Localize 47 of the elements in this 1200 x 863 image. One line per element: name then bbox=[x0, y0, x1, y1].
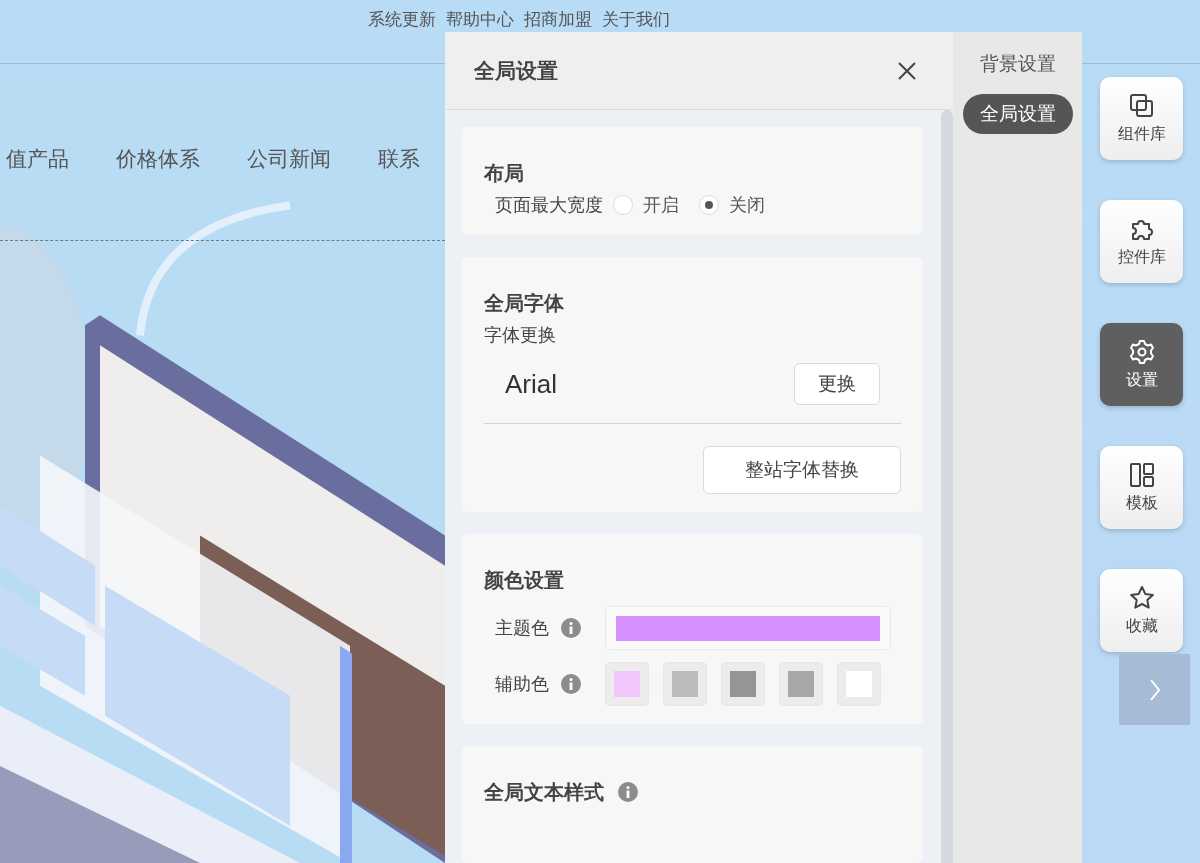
top-link[interactable]: 招商加盟 bbox=[524, 8, 592, 30]
layout-icon bbox=[1127, 461, 1156, 489]
panel-title: 全局设置 bbox=[474, 57, 558, 85]
toolbar-button[interactable]: 设置 bbox=[1100, 323, 1183, 406]
color-picker[interactable] bbox=[779, 662, 823, 706]
settings-icon bbox=[1127, 338, 1156, 366]
section-title: 全局文本样式 bbox=[484, 779, 604, 806]
nav-link[interactable]: 联系 bbox=[378, 145, 420, 173]
top-link[interactable]: 帮助中心 bbox=[446, 8, 514, 30]
font-name: Arial bbox=[505, 368, 557, 400]
panel-tab[interactable]: 全局设置 bbox=[962, 94, 1073, 134]
top-link[interactable]: 关于我们 bbox=[602, 8, 670, 30]
chevron-right-icon bbox=[1148, 677, 1161, 702]
nav-link[interactable]: 价格体系 bbox=[116, 145, 200, 173]
color-picker[interactable] bbox=[837, 662, 881, 706]
star-icon bbox=[1127, 584, 1156, 612]
info-icon[interactable] bbox=[561, 674, 581, 694]
info-icon[interactable] bbox=[561, 618, 581, 638]
color-label: 辅助色 bbox=[495, 672, 549, 696]
toolbar-button[interactable]: 控件库 bbox=[1100, 200, 1183, 283]
top-link[interactable]: 系统更新 bbox=[368, 8, 436, 30]
nav-link[interactable]: 公司新闻 bbox=[247, 145, 331, 173]
theme-color-picker[interactable] bbox=[605, 606, 891, 650]
color-picker[interactable] bbox=[605, 662, 649, 706]
color-picker[interactable] bbox=[721, 662, 765, 706]
section-title: 全局字体 bbox=[484, 290, 564, 317]
section-title: 布局 bbox=[484, 160, 524, 187]
close-icon[interactable] bbox=[897, 60, 917, 81]
change-font-button[interactable]: 更换 bbox=[794, 363, 880, 405]
panel-tab[interactable]: 背景设置 bbox=[962, 44, 1073, 84]
color-picker[interactable] bbox=[663, 662, 707, 706]
toolbar-button[interactable]: 组件库 bbox=[1100, 77, 1183, 160]
nav-link[interactable]: 值产品 bbox=[6, 145, 69, 173]
toolbar-button[interactable]: 模板 bbox=[1100, 446, 1183, 529]
section-title: 颜色设置 bbox=[484, 567, 564, 594]
scrollbar[interactable] bbox=[941, 110, 953, 863]
info-icon[interactable] bbox=[618, 782, 638, 802]
replace-font-button[interactable]: 整站字体替换 bbox=[703, 446, 901, 494]
option-label: 页面最大宽度 bbox=[495, 193, 603, 217]
radio-label: 关闭 bbox=[729, 193, 765, 217]
radio-button[interactable] bbox=[699, 195, 719, 215]
font-label: 字体更换 bbox=[484, 323, 556, 347]
radio-label: 开启 bbox=[643, 193, 679, 217]
toolbar-button[interactable]: 收藏 bbox=[1100, 569, 1183, 652]
radio-button[interactable] bbox=[613, 195, 633, 215]
color-label: 主题色 bbox=[495, 616, 549, 640]
layers-icon bbox=[1127, 92, 1156, 120]
